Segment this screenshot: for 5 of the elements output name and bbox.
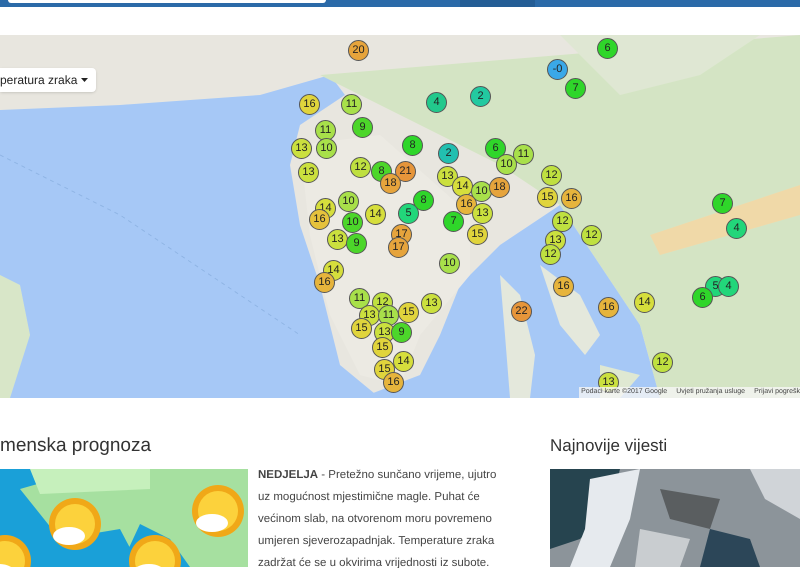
section-heading: Najnovije vijesti (550, 435, 668, 457)
layer-dropdown[interactable]: peratura zraka (0, 68, 96, 92)
nav-tab[interactable] (460, 0, 535, 7)
caret-icon (81, 78, 88, 82)
section-heading: menska prognoza (0, 434, 152, 458)
